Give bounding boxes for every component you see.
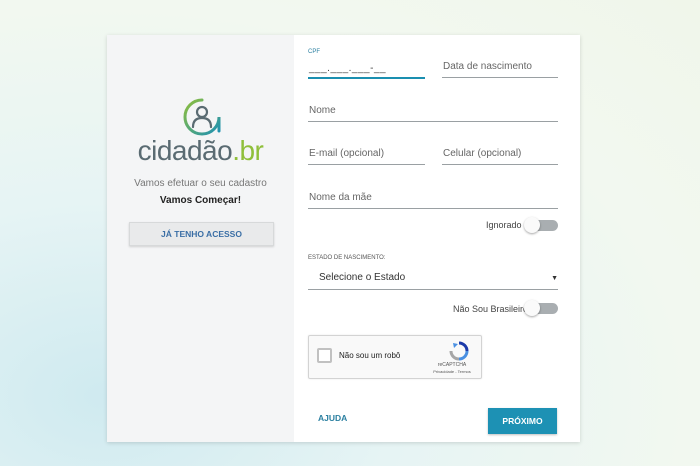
mother-name-input[interactable]: Nome da mãe — [308, 186, 558, 209]
dropdown-arrow-icon: ▼ — [551, 275, 558, 282]
left-panel: cidadão.br Vamos efetuar o seu cadastro … — [107, 35, 294, 442]
cidadao-logo-icon — [183, 98, 221, 136]
birth-date-placeholder: Data de nascimento — [443, 61, 532, 72]
mother-name-placeholder: Nome da mãe — [309, 192, 372, 203]
recaptcha-links[interactable]: Privacidade - Termos — [427, 369, 477, 374]
birth-state-label: ESTADO DE NASCIMENTO: — [308, 255, 386, 261]
recaptcha-widget: Não sou um robô reCAPTCHA Privacidade - … — [308, 335, 482, 379]
brand-logo-text: cidadão.br — [137, 135, 264, 166]
birth-state-select[interactable]: Selecione o Estado ▼ — [308, 267, 558, 290]
recaptcha-brand: reCAPTCHA — [437, 362, 467, 368]
phone-placeholder: Celular (opcional) — [443, 148, 522, 159]
cpf-mask: ___.___.___-__ — [309, 63, 387, 74]
cpf-input[interactable]: ___.___.___-__ — [308, 55, 425, 79]
not-brazilian-toggle[interactable] — [524, 300, 558, 316]
recaptcha-logo-icon — [449, 341, 469, 361]
subtitle: Vamos efetuar o seu cadastro — [134, 178, 267, 189]
next-button[interactable]: PRÓXIMO — [488, 408, 557, 434]
name-placeholder: Nome — [309, 105, 336, 116]
birth-state-selected: Selecione o Estado — [319, 272, 406, 283]
not-brazilian-toggle-knob — [524, 300, 540, 316]
ignored-toggle-label: Ignorado — [486, 220, 522, 230]
phone-input[interactable]: Celular (opcional) — [442, 142, 558, 165]
registration-card: cidadão.br Vamos efetuar o seu cadastro … — [107, 35, 580, 442]
name-input[interactable]: Nome — [308, 99, 558, 122]
recaptcha-checkbox[interactable] — [317, 348, 332, 363]
headline: Vamos Começar! — [159, 195, 242, 206]
email-placeholder: E-mail (opcional) — [309, 148, 385, 159]
ignored-toggle-knob — [524, 217, 540, 233]
email-input[interactable]: E-mail (opcional) — [308, 142, 425, 165]
birth-date-input[interactable]: Data de nascimento — [442, 55, 558, 78]
already-have-access-button[interactable]: JÁ TENHO ACESSO — [129, 222, 274, 246]
help-link[interactable]: AJUDA — [318, 413, 347, 423]
recaptcha-label: Não sou um robô — [339, 351, 401, 360]
ignored-toggle[interactable] — [524, 217, 558, 233]
not-brazilian-toggle-label: Não Sou Brasileiro — [453, 304, 529, 314]
